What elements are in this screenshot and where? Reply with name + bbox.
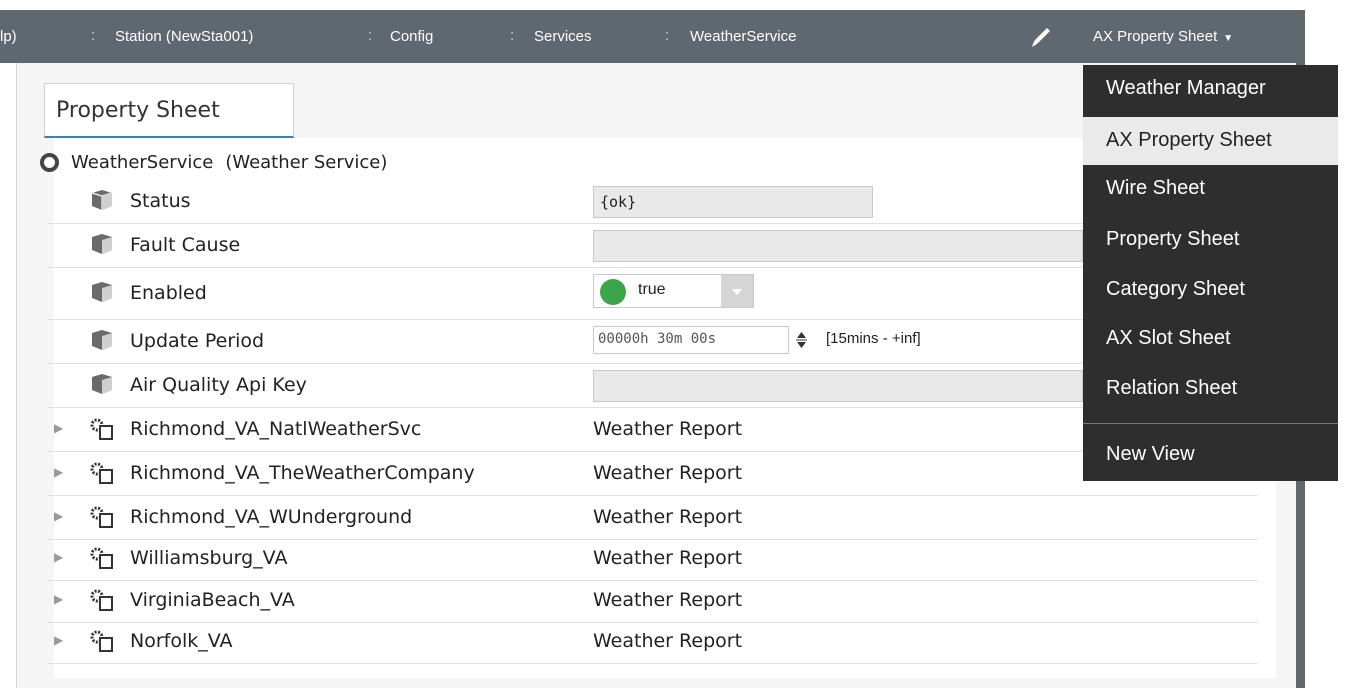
child-row[interactable]: ▶ Williamsburg_VA Weather Report: [48, 537, 1258, 581]
property-label: Status: [130, 190, 191, 212]
menu-item-property-sheet[interactable]: Property Sheet: [1083, 216, 1338, 264]
menu-item-ax-slot-sheet[interactable]: AX Slot Sheet: [1083, 315, 1338, 363]
status-field: {ok}: [593, 186, 873, 218]
expand-arrow-icon[interactable]: ▶: [54, 465, 63, 479]
property-label: Enabled: [130, 282, 207, 304]
property-label: Air Quality Api Key: [130, 374, 307, 396]
chevron-down-icon[interactable]: [721, 275, 753, 307]
breadcrumb-partial[interactable]: lp): [0, 28, 17, 45]
child-name: Richmond_VA_WUnderground: [130, 506, 413, 528]
child-row[interactable]: ▶ VirginiaBeach_VA Weather Report: [48, 579, 1258, 623]
menu-item-category-sheet[interactable]: Category Sheet: [1083, 266, 1338, 314]
property-label: Update Period: [130, 330, 265, 352]
component-gear-icon: [90, 506, 113, 528]
expand-arrow-icon[interactable]: ▶: [54, 592, 63, 606]
child-row[interactable]: ▶ Richmond_VA_NatlWeatherSvc Weather Rep…: [48, 408, 1258, 452]
menu-item-new-view[interactable]: New View: [1083, 431, 1338, 479]
breadcrumb-station[interactable]: Station (NewSta001): [115, 28, 253, 45]
property-row-fault-cause[interactable]: Fault Cause: [48, 224, 1258, 268]
enabled-select[interactable]: true: [593, 274, 754, 308]
breadcrumb-weatherservice[interactable]: WeatherService: [690, 28, 796, 45]
component-gear-icon: [90, 418, 113, 440]
property-row-air-quality-api-key[interactable]: Air Quality Api Key: [48, 364, 1258, 408]
breadcrumb-services[interactable]: Services: [534, 28, 592, 45]
enabled-value: true: [638, 281, 666, 298]
child-name: VirginiaBeach_VA: [130, 589, 295, 611]
child-name: Richmond_VA_NatlWeatherSvc: [130, 418, 422, 440]
tab-property-sheet[interactable]: Property Sheet: [44, 83, 294, 138]
fault-cause-field: [593, 230, 1083, 262]
breadcrumb-separator: :: [665, 27, 670, 44]
menu-divider: [1083, 423, 1338, 424]
property-row-update-period[interactable]: Update Period 00000h 30m 00s [15mins - +…: [48, 320, 1258, 364]
property-slot-icon: [91, 190, 113, 210]
update-period-range: [15mins - +inf]: [826, 330, 921, 347]
child-row[interactable]: ▶ Richmond_VA_TheWeatherCompany Weather …: [48, 452, 1258, 496]
view-selector[interactable]: AX Property Sheet ▼: [1093, 28, 1233, 45]
child-type: Weather Report: [593, 547, 743, 569]
child-row[interactable]: ▶ Richmond_VA_WUnderground Weather Repor…: [48, 496, 1258, 540]
view-menu: Weather Manager AX Property Sheet Wire S…: [1083, 65, 1338, 481]
child-type: Weather Report: [593, 462, 743, 484]
menu-item-ax-property-sheet[interactable]: AX Property Sheet: [1083, 117, 1338, 165]
property-slot-icon: [92, 282, 112, 302]
expand-arrow-icon[interactable]: ▶: [54, 421, 63, 435]
child-name: Norfolk_VA: [130, 630, 233, 652]
component-gear-icon: [90, 547, 113, 569]
component-gear-icon: [90, 589, 113, 611]
child-type: Weather Report: [593, 630, 743, 652]
component-gear-icon: [90, 630, 113, 652]
root-component-row[interactable]: WeatherService (Weather Service): [38, 146, 1258, 178]
component-gear-icon: [90, 462, 113, 484]
property-slot-icon: [92, 234, 112, 254]
menu-item-weather-manager[interactable]: Weather Manager: [1083, 65, 1338, 113]
child-name: Richmond_VA_TheWeatherCompany: [130, 462, 475, 484]
service-icon: [40, 152, 59, 172]
property-label: Fault Cause: [130, 234, 241, 256]
expand-arrow-icon[interactable]: ▶: [54, 509, 63, 523]
update-period-field[interactable]: 00000h 30m 00s: [593, 326, 789, 354]
chevron-down-icon: ▼: [1223, 33, 1234, 44]
root-component-type: (Weather Service): [225, 151, 388, 173]
view-selector-label: AX Property Sheet: [1093, 28, 1218, 45]
child-row[interactable]: ▶ Norfolk_VA Weather Report: [48, 620, 1258, 664]
expand-arrow-icon[interactable]: ▶: [54, 633, 63, 647]
expand-arrow-icon[interactable]: ▶: [54, 550, 63, 564]
pencil-icon[interactable]: [1028, 24, 1054, 50]
child-type: Weather Report: [593, 589, 743, 611]
child-name: Williamsburg_VA: [130, 547, 288, 569]
root-component-name: WeatherService: [71, 151, 214, 173]
breadcrumb-separator: :: [91, 27, 96, 44]
breadcrumb-config[interactable]: Config: [390, 28, 433, 45]
status-dot-icon: [600, 279, 626, 305]
property-row-enabled[interactable]: Enabled true: [48, 268, 1258, 320]
menu-item-relation-sheet[interactable]: Relation Sheet: [1083, 365, 1338, 413]
nav-bar: lp) : Station (NewSta001) : Config : Ser…: [0, 10, 1305, 63]
spinner-icon[interactable]: [795, 330, 808, 350]
property-slot-icon: [92, 330, 112, 350]
property-row-status[interactable]: Status {ok}: [48, 180, 1258, 224]
child-type: Weather Report: [593, 418, 743, 440]
breadcrumb-separator: :: [368, 27, 373, 44]
menu-item-wire-sheet[interactable]: Wire Sheet: [1083, 165, 1338, 213]
breadcrumb-separator: :: [510, 27, 515, 44]
property-slot-icon: [92, 374, 112, 394]
child-type: Weather Report: [593, 506, 743, 528]
air-quality-api-key-field[interactable]: [593, 370, 1083, 402]
